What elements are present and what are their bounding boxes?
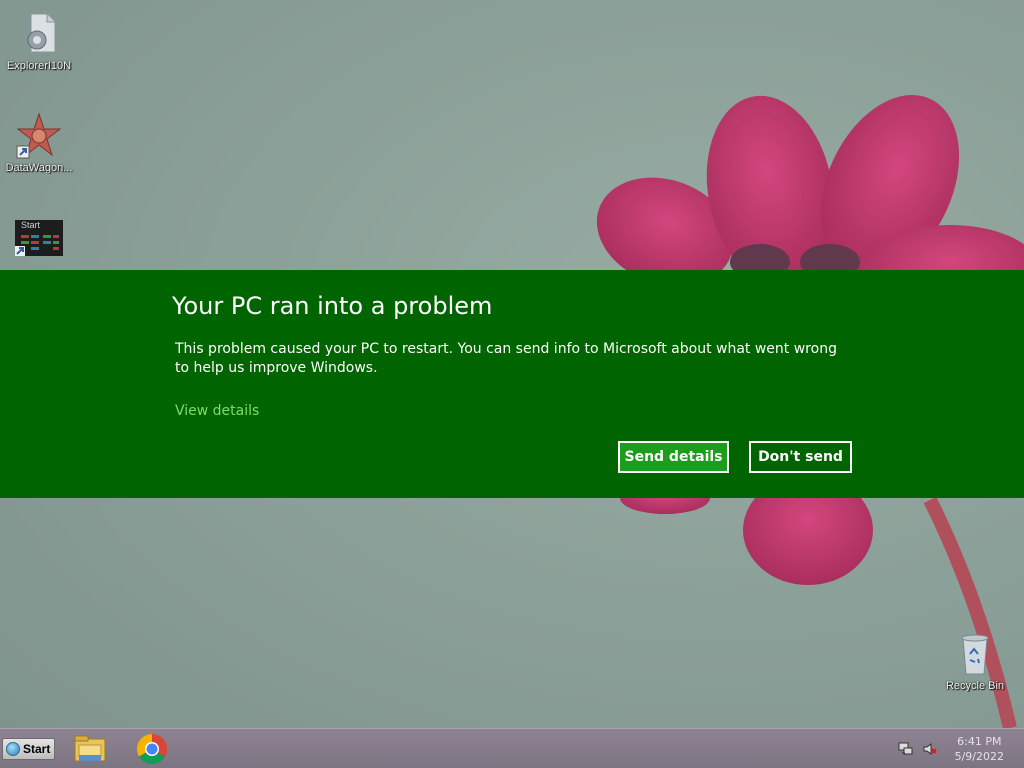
clock[interactable]: 6:41 PM 5/9/2022: [955, 734, 1004, 764]
view-details-link[interactable]: View details: [175, 403, 259, 419]
start-orb-icon: [6, 742, 20, 756]
system-tray: 6:41 PM 5/9/2022: [884, 729, 1024, 768]
start-button-label: Start: [23, 742, 51, 756]
clock-time: 6:41 PM: [957, 735, 1002, 748]
taskbar: Start 6:41 PM 5/9/2022: [0, 728, 1024, 768]
taskbar-file-explorer[interactable]: [72, 733, 108, 765]
send-details-button[interactable]: Send details: [618, 441, 729, 473]
dont-send-button[interactable]: Don't send: [749, 441, 852, 473]
desktop: ExplorerI10N DataWagon... Start Recycle …: [0, 0, 1024, 768]
volume-muted-icon[interactable]: [922, 741, 938, 762]
clock-date: 5/9/2022: [954, 750, 1004, 763]
start-button[interactable]: Start: [2, 738, 55, 760]
network-icon[interactable]: [898, 741, 914, 762]
error-banner: [0, 270, 1024, 498]
chrome-icon: [136, 734, 168, 765]
file-explorer-icon: [74, 735, 106, 762]
error-title: Your PC ran into a problem: [172, 292, 493, 320]
taskbar-chrome[interactable]: [134, 733, 170, 765]
error-message: This problem caused your PC to restart. …: [175, 341, 837, 376]
